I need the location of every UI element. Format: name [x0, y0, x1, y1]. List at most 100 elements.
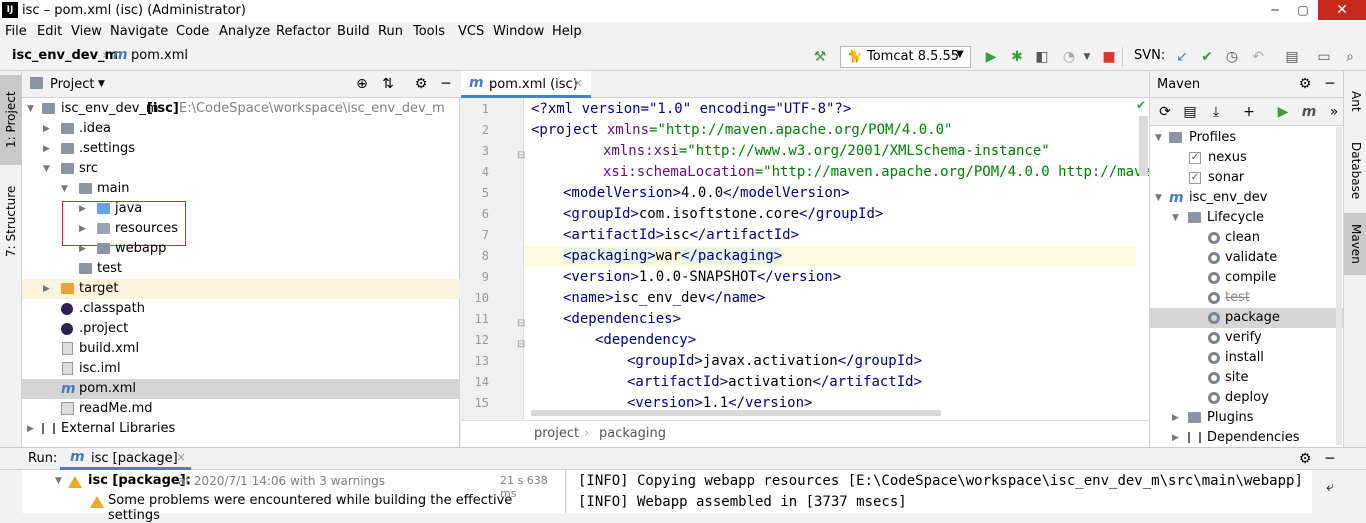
execute-goal-icon[interactable]: m — [1299, 102, 1319, 122]
project-structure-icon[interactable]: ▤ — [1282, 47, 1302, 67]
maven-profiles[interactable]: ▼ Profiles — [1150, 128, 1344, 148]
menu-navigate[interactable]: Navigate — [110, 24, 168, 39]
vertical-scrollbar[interactable] — [1139, 116, 1148, 176]
lifecycle-deploy[interactable]: deploy — [1150, 388, 1344, 408]
locate-icon[interactable]: ⊕ — [352, 74, 372, 94]
code-line-5[interactable]: <modelVersion>4.0.0</modelVersion> — [563, 183, 850, 204]
tree-row-classpath[interactable]: .classpath — [22, 299, 460, 319]
profile-icon[interactable]: ◔ — [1059, 47, 1079, 67]
menu-vcs[interactable]: VCS — [458, 24, 484, 39]
tree-row-src[interactable]: ▼ src — [22, 159, 460, 179]
profile-checkbox[interactable]: ✓ — [1189, 172, 1201, 184]
lifecycle-validate[interactable]: validate — [1150, 248, 1344, 268]
hide-icon[interactable]: ─ — [1320, 449, 1340, 469]
code-line-14[interactable]: <artifactId>activation</artifactId> — [627, 372, 922, 393]
maven-plugins[interactable]: ▶ Plugins — [1150, 408, 1344, 428]
tab-structure[interactable]: 7: Structure — [0, 171, 22, 271]
menu-refactor[interactable]: Refactor — [276, 24, 331, 39]
menu-file[interactable]: File — [5, 24, 27, 39]
generate-sources-icon[interactable]: ▤ — [1180, 102, 1200, 122]
lifecycle-verify[interactable]: verify — [1150, 328, 1344, 348]
build-hammer-icon[interactable]: ⚒ — [810, 47, 830, 67]
maven-dependencies[interactable]: ▶ Dependencies — [1150, 428, 1344, 447]
breadcrumb-file[interactable]: pom.xml — [131, 48, 188, 63]
collapsed-arrow-icon[interactable]: ▶ — [43, 139, 50, 159]
breadcrumb-packaging[interactable]: packaging — [599, 426, 666, 441]
fold-icon[interactable]: ⊟ — [517, 150, 525, 161]
coverage-icon[interactable]: ◧ — [1032, 47, 1052, 67]
tab-ant[interactable]: Ant — [1344, 81, 1366, 121]
expanded-arrow-icon[interactable]: ▼ — [1155, 188, 1162, 208]
tree-row-main[interactable]: ▼ main — [22, 179, 460, 199]
menu-tools[interactable]: Tools — [413, 24, 445, 39]
hide-icon[interactable]: ─ — [1320, 74, 1340, 94]
minimize-button[interactable]: ─ — [1260, 0, 1290, 20]
code-line-3[interactable]: xmlns:xsi="http://www.w3.org/2001/XMLSch… — [603, 141, 1050, 162]
run-icon[interactable]: ▶ — [981, 47, 1001, 67]
run-tab[interactable]: m isc [package] × — [60, 448, 191, 470]
expanded-arrow-icon[interactable]: ▼ — [55, 476, 62, 486]
breadcrumb-project[interactable]: project — [534, 426, 579, 441]
gear-icon[interactable]: ⚙ — [1295, 74, 1315, 94]
run-console[interactable]: [INFO] Copying webapp resources [E:\Code… — [567, 470, 1312, 513]
run-icon[interactable]: ▶ — [1273, 102, 1293, 122]
svn-commit-icon[interactable]: ✔ — [1197, 47, 1217, 67]
expanded-arrow-icon[interactable]: ▼ — [1172, 208, 1179, 228]
maximize-button[interactable]: ▢ — [1288, 0, 1318, 20]
revert-icon[interactable]: ↶ — [1248, 47, 1268, 67]
tab-pom-xml[interactable]: m pom.xml (isc) × — [461, 71, 591, 98]
run-config-select[interactable]: 🐈 Tomcat 8.5.55 ▼ — [840, 46, 971, 68]
run-task-name[interactable]: isc [package]: — [88, 473, 191, 488]
tree-row-pom[interactable]: m pom.xml — [22, 379, 460, 399]
lifecycle-compile[interactable]: compile — [1150, 268, 1344, 288]
close-button[interactable]: ✕ — [1318, 0, 1366, 20]
tab-project[interactable]: 1: Project — [0, 75, 22, 165]
tree-row-target[interactable]: ▶ target — [22, 279, 460, 299]
menu-build[interactable]: Build — [337, 24, 370, 39]
code-line-4[interactable]: xsi:schemaLocation="http://maven.apache.… — [603, 162, 1185, 183]
tree-row-idea[interactable]: ▶ .idea — [22, 119, 460, 139]
stop-icon[interactable]: ■ — [1099, 47, 1119, 67]
reload-icon[interactable]: ⟳ — [1155, 102, 1175, 122]
code-line-13[interactable]: <groupId>javax.activation</groupId> — [627, 351, 922, 372]
lifecycle-site[interactable]: site — [1150, 368, 1344, 388]
tree-row-webapp[interactable]: ▶ webapp — [22, 239, 460, 259]
gear-icon[interactable]: ⚙ — [1295, 449, 1315, 469]
collapsed-arrow-icon[interactable]: ▶ — [43, 279, 50, 299]
collapsed-arrow-icon[interactable]: ▶ — [27, 419, 34, 439]
profile-checkbox[interactable]: ✓ — [1189, 152, 1201, 164]
chevron-down-icon[interactable]: ▼ — [98, 79, 105, 89]
collapsed-arrow-icon[interactable]: ▶ — [79, 239, 86, 259]
profile-sonar[interactable]: ✓ sonar — [1150, 168, 1344, 188]
tree-row-project-file[interactable]: .project — [22, 319, 460, 339]
code-line-10[interactable]: <name>isc_env_dev</name> — [563, 288, 765, 309]
tree-row-root[interactable]: ▼ isc_env_dev_m [isc] E:\CodeSpace\works… — [22, 99, 460, 119]
lifecycle-install[interactable]: install — [1150, 348, 1344, 368]
menu-window[interactable]: Window — [493, 24, 544, 39]
menu-analyze[interactable]: Analyze — [219, 24, 270, 39]
menu-edit[interactable]: Edit — [37, 24, 62, 39]
menu-code[interactable]: Code — [176, 24, 209, 39]
menu-view[interactable]: View — [71, 24, 102, 39]
maven-scrollbar[interactable] — [1336, 127, 1342, 445]
soft-wrap-icon[interactable]: ⤶ — [1320, 477, 1340, 497]
tree-row-test[interactable]: test — [22, 259, 460, 279]
collapsed-arrow-icon[interactable]: ▶ — [1172, 408, 1179, 428]
menu-run[interactable]: Run — [378, 24, 403, 39]
code-line-6[interactable]: <groupId>com.isoftstone.core</groupId> — [563, 204, 883, 225]
warning-message[interactable]: Some problems were encountered while bui… — [108, 493, 565, 523]
code-line-11[interactable]: <dependencies> — [563, 309, 681, 330]
fold-icon[interactable]: ⊟ — [517, 318, 525, 329]
expanded-arrow-icon[interactable]: ▼ — [61, 179, 68, 199]
tree-row-build-xml[interactable]: build.xml — [22, 339, 460, 359]
maven-lifecycle[interactable]: ▼ Lifecycle — [1150, 208, 1344, 228]
inspection-ok-icon[interactable]: ✔ — [1136, 98, 1146, 112]
presentation-icon[interactable]: ▭ — [1314, 47, 1334, 67]
add-icon[interactable]: + — [1239, 102, 1259, 122]
expanded-arrow-icon[interactable]: ▼ — [1155, 128, 1162, 148]
hide-icon[interactable]: ─ — [436, 74, 456, 94]
gear-icon[interactable]: ⚙ — [411, 74, 431, 94]
fold-icon[interactable]: ⊟ — [517, 339, 525, 350]
code-line-1[interactable]: <?xml version="1.0" encoding="UTF-8"?> — [531, 99, 851, 120]
more-dropdown-icon[interactable]: ▼ — [1077, 47, 1097, 67]
